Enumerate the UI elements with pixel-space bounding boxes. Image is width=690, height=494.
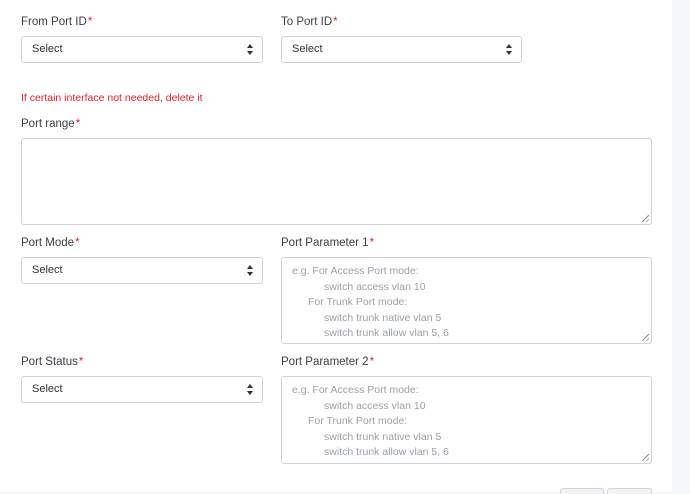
placeholder-line: switch trunk native vlan 5: [324, 311, 442, 324]
port-mode-label: Port Mode*: [21, 237, 80, 249]
required-marker: *: [87, 16, 93, 28]
placeholder-line: switch trunk allow vlan 5, 6: [324, 327, 449, 339]
placeholder-line: e.g. For Access Port mode:: [292, 265, 419, 277]
resize-grip-icon[interactable]: [642, 215, 649, 222]
required-marker: *: [369, 237, 375, 249]
interface-warning-text: If certain interface not needed, delete …: [21, 92, 203, 104]
placeholder-line: switch access vlan 10: [324, 399, 426, 412]
to-port-select[interactable]: Select: [281, 36, 522, 63]
required-marker: *: [78, 356, 84, 368]
port-mode-select-value: Select: [32, 264, 63, 276]
port-param1-label-text: Port Parameter 1: [281, 237, 369, 249]
required-marker: *: [75, 118, 81, 130]
port-range-textarea[interactable]: [21, 138, 652, 225]
required-marker: *: [75, 237, 80, 249]
to-port-label-text: To Port ID: [281, 16, 333, 28]
up-down-caret-icon: [506, 44, 513, 55]
required-marker: *: [369, 356, 375, 368]
port-status-select[interactable]: Select: [21, 376, 263, 403]
port-param1-placeholder: e.g. For Access Port mode: switch access…: [292, 264, 449, 342]
port-param2-textarea[interactable]: e.g. For Access Port mode: switch access…: [281, 376, 652, 464]
resize-grip-icon[interactable]: [642, 334, 649, 341]
from-port-label-text: From Port ID: [21, 16, 87, 28]
port-status-label-text: Port Status: [21, 356, 78, 368]
required-marker: *: [333, 16, 338, 28]
placeholder-line: For Trunk Port mode:: [308, 296, 408, 308]
port-range-label-text: Port range: [21, 118, 75, 130]
port-mode-label-text: Port Mode: [21, 237, 75, 249]
port-param2-label-text: Port Parameter 2: [281, 356, 369, 368]
placeholder-line: switch trunk native vlan 5: [324, 430, 442, 443]
port-param1-textarea[interactable]: e.g. For Access Port mode: switch access…: [281, 257, 652, 344]
from-port-select-value: Select: [32, 43, 63, 55]
placeholder-line: switch trunk allow vlan 5, 6: [324, 446, 449, 458]
placeholder-line: For Trunk Port mode:: [308, 415, 408, 427]
placeholder-line: switch access vlan 10: [324, 280, 426, 293]
footer-button-partial[interactable]: [560, 488, 604, 494]
from-port-select[interactable]: Select: [21, 36, 263, 63]
port-range-label: Port range*: [21, 118, 80, 130]
port-param1-label: Port Parameter 1*: [281, 237, 374, 249]
to-port-select-value: Select: [292, 43, 323, 55]
port-status-label: Port Status*: [21, 356, 83, 368]
up-down-caret-icon: [247, 384, 254, 395]
port-status-select-value: Select: [32, 383, 63, 395]
port-mode-select[interactable]: Select: [21, 257, 263, 284]
port-param2-placeholder: e.g. For Access Port mode: switch access…: [292, 383, 449, 461]
footer-button-partial[interactable]: [607, 488, 652, 494]
to-port-label: To Port ID*: [281, 16, 338, 28]
up-down-caret-icon: [247, 265, 254, 276]
resize-grip-icon[interactable]: [642, 454, 649, 461]
port-config-form: From Port ID* Select To Port ID* Select …: [0, 0, 672, 494]
placeholder-line: e.g. For Access Port mode:: [292, 384, 419, 396]
port-param2-label: Port Parameter 2*: [281, 356, 374, 368]
up-down-caret-icon: [247, 44, 254, 55]
from-port-label: From Port ID*: [21, 16, 92, 28]
